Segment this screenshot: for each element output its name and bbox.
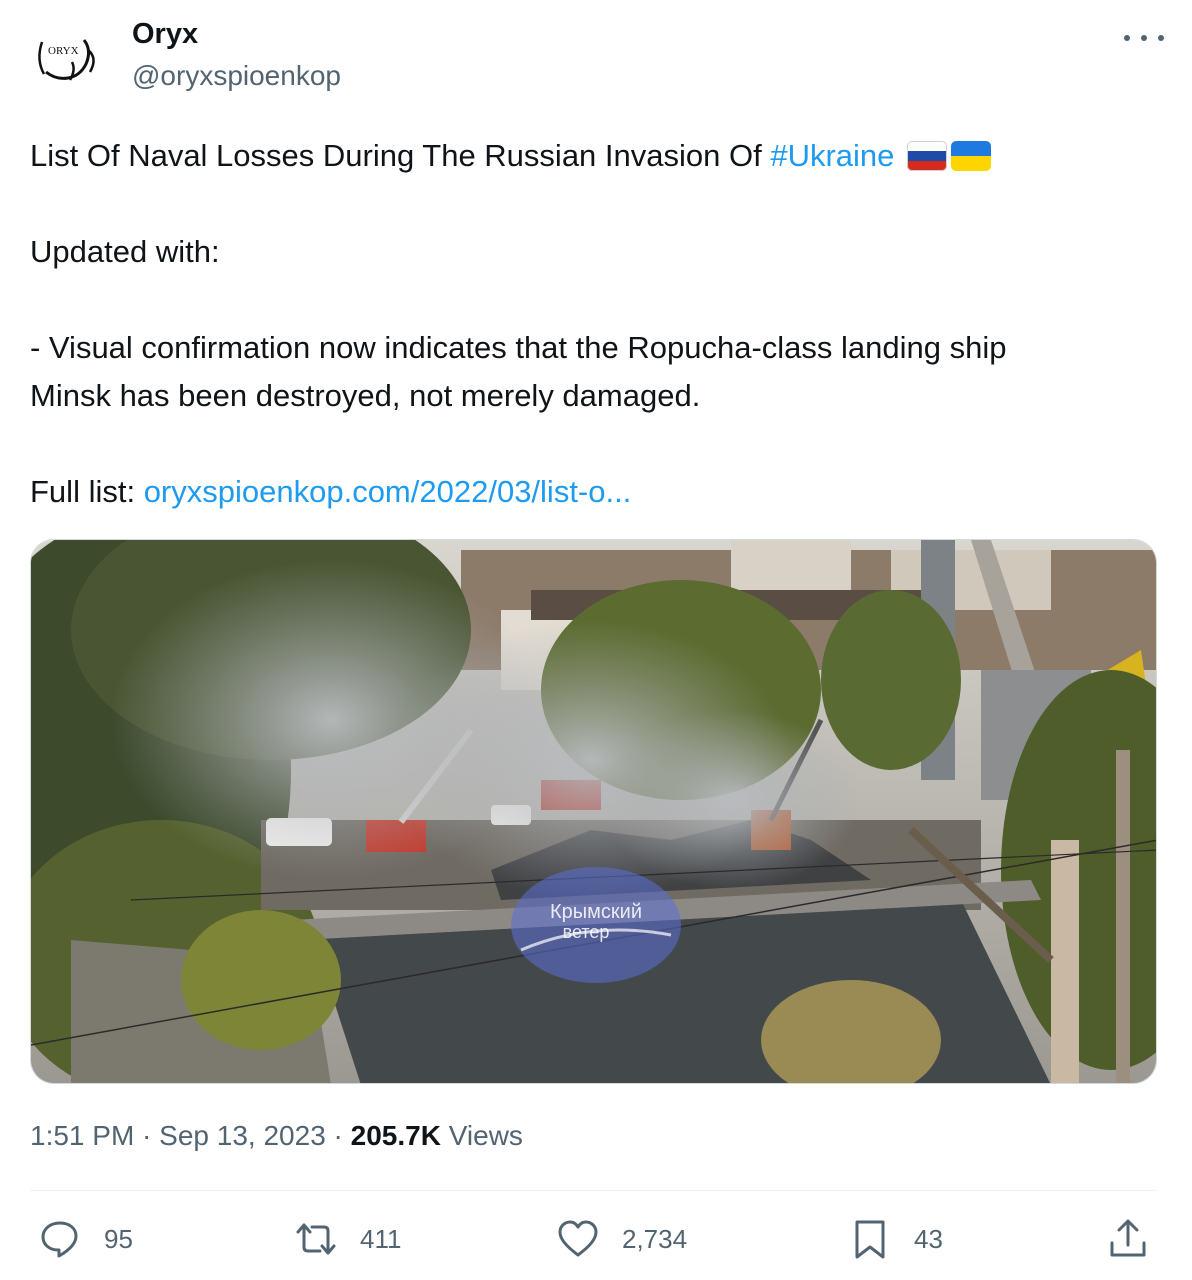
updated-with-text: Updated with: <box>30 234 220 269</box>
tweet-date[interactable]: Sep 13, 2023 <box>159 1120 326 1151</box>
bookmark-count: 43 <box>914 1223 943 1254</box>
bookmark-icon <box>855 1220 885 1259</box>
divider <box>30 1190 1157 1191</box>
hashtag-link[interactable]: #Ukraine <box>770 138 894 173</box>
heart-icon <box>558 1220 598 1257</box>
avatar[interactable]: ORYX <box>28 20 108 100</box>
meta-separator: · <box>134 1120 160 1151</box>
watermark-text-2: ветер <box>563 922 610 942</box>
tweet-meta: 1:51 PM · Sep 13, 2023 · 205.7K Views <box>30 1120 523 1152</box>
like-count: 2,734 <box>622 1223 688 1254</box>
views-count: 205.7K <box>350 1120 441 1151</box>
repost-icon <box>296 1223 336 1255</box>
shipyard-fire-photo: Крымский ветер <box>31 540 1156 1083</box>
bookmark-button[interactable]: 43 <box>848 1214 943 1264</box>
svg-text:ORYX: ORYX <box>48 45 79 57</box>
ukraine-flag-icon <box>951 141 992 171</box>
tweet-time[interactable]: 1:51 PM <box>30 1120 134 1151</box>
full-list-label: Full list: <box>30 474 144 509</box>
like-button[interactable]: 2,734 <box>556 1214 687 1264</box>
tweet-headline: List Of Naval Losses During The Russian … <box>30 132 1170 180</box>
meta-separator: · <box>325 1120 351 1151</box>
reply-button[interactable]: 95 <box>38 1214 133 1264</box>
tweet-headline-text: List Of Naval Losses During The Russian … <box>30 138 771 173</box>
more-options-icon[interactable] <box>1124 28 1164 48</box>
tweet-body-line-1: - Visual confirmation now indicates that… <box>30 330 1007 365</box>
reply-icon <box>41 1221 78 1258</box>
reply-count: 95 <box>104 1223 133 1254</box>
full-list-line: Full list: oryxspioenkop.com/2022/03/lis… <box>30 468 1170 516</box>
full-list-link[interactable]: oryxspioenkop.com/2022/03/list-o... <box>144 474 632 509</box>
views-label: Views <box>440 1120 523 1151</box>
author-display-name[interactable]: Oryx <box>132 18 198 51</box>
tweet-photo[interactable]: Крымский ветер <box>30 539 1157 1084</box>
tweet-body-line-2: Minsk has been destroyed, not merely dam… <box>30 378 701 413</box>
repost-button[interactable]: 411 <box>294 1214 401 1264</box>
tweet-text: List Of Naval Losses During The Russian … <box>30 132 1170 516</box>
share-button[interactable] <box>1106 1214 1172 1264</box>
author-handle[interactable]: @oryxspioenkop <box>132 60 341 92</box>
share-icon <box>1110 1219 1146 1257</box>
oryx-logo-icon: ORYX <box>38 39 95 81</box>
russia-flag-icon <box>907 141 948 171</box>
repost-count: 411 <box>360 1223 402 1254</box>
watermark-text-1: Крымский <box>550 901 642 923</box>
